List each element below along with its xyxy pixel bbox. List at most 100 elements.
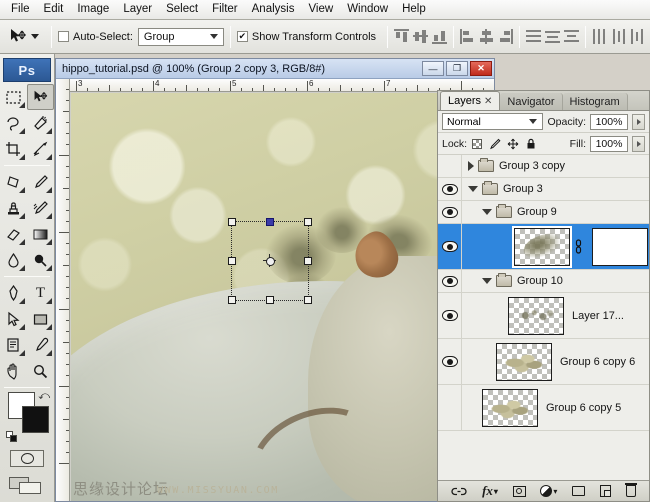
opacity-input[interactable]: 100% xyxy=(590,113,628,130)
brush-tool-button[interactable] xyxy=(27,169,54,195)
transform-handle-bottom-right[interactable] xyxy=(304,296,312,304)
layer-mask-thumbnail[interactable] xyxy=(592,227,648,266)
new-group-button[interactable] xyxy=(572,486,586,496)
distribute-left-edges-icon[interactable] xyxy=(592,29,607,44)
chevron-down-icon[interactable] xyxy=(482,278,492,284)
lasso-tool-button[interactable] xyxy=(0,110,27,136)
layer-thumbnail[interactable] xyxy=(508,296,564,335)
document-title-bar[interactable]: hippo_tutorial.psd @ 100% (Group 2 copy … xyxy=(56,59,494,79)
menu-item-filter[interactable]: Filter xyxy=(205,1,245,18)
lock-transparent-pixels-icon[interactable] xyxy=(471,138,483,150)
lock-position-icon[interactable] xyxy=(507,138,519,150)
current-tool-preview[interactable] xyxy=(4,27,45,47)
swap-colors-icon[interactable]: ⤺ xyxy=(38,390,50,403)
link-icon[interactable] xyxy=(572,237,584,257)
table-row[interactable]: Group 6 copy 5 xyxy=(438,385,649,431)
align-horizontal-centers-icon[interactable] xyxy=(479,29,494,44)
layer-visibility-toggle[interactable] xyxy=(438,385,462,430)
menu-item-file[interactable]: File xyxy=(4,1,37,18)
pen-tool-button[interactable] xyxy=(0,280,27,306)
align-bottom-edges-icon[interactable] xyxy=(432,29,448,44)
auto-select-checkbox[interactable] xyxy=(58,31,69,42)
table-row[interactable]: Layer 17... xyxy=(438,293,649,339)
layer-visibility-toggle[interactable] xyxy=(438,155,462,177)
table-row[interactable]: Group 9 xyxy=(438,201,649,224)
layer-visibility-toggle[interactable] xyxy=(438,339,462,384)
healing-brush-tool-button[interactable] xyxy=(0,169,27,195)
transform-reference-point[interactable] xyxy=(263,254,276,267)
layer-visibility-toggle[interactable] xyxy=(438,270,462,292)
new-layer-button[interactable] xyxy=(599,485,611,497)
rectangle-shape-tool-button[interactable] xyxy=(27,306,54,332)
link-layers-button[interactable] xyxy=(451,486,467,497)
layer-visibility-toggle[interactable] xyxy=(438,293,462,338)
menu-item-layer[interactable]: Layer xyxy=(116,1,159,18)
transform-handle-top-right[interactable] xyxy=(304,218,312,226)
menu-item-image[interactable]: Image xyxy=(70,1,116,18)
tab-navigator[interactable]: Navigator xyxy=(500,93,563,110)
distribute-bottom-edges-icon[interactable] xyxy=(564,29,580,44)
menu-item-help[interactable]: Help xyxy=(395,1,433,18)
layer-list[interactable]: Group 3 copy Group 3 Group 9 Group 10 La… xyxy=(438,155,649,480)
vertical-ruler[interactable] xyxy=(56,79,70,501)
fill-slider-button[interactable] xyxy=(632,135,645,152)
screen-mode-button[interactable] xyxy=(0,475,54,495)
layer-thumbnail[interactable] xyxy=(496,342,552,381)
distribute-right-edges-icon[interactable] xyxy=(630,29,645,44)
chevron-down-icon[interactable] xyxy=(468,186,478,192)
menu-item-edit[interactable]: Edit xyxy=(37,1,71,18)
blend-mode-dropdown[interactable]: Normal xyxy=(442,113,544,130)
layer-style-button[interactable]: fx ▾ xyxy=(482,483,498,499)
close-button[interactable]: ✕ xyxy=(470,61,492,76)
layer-visibility-toggle[interactable] xyxy=(438,201,462,223)
tab-histogram[interactable]: Histogram xyxy=(562,93,628,110)
blur-tool-button[interactable] xyxy=(0,247,27,273)
tool-preset-chevron-down-icon[interactable] xyxy=(31,34,39,39)
magic-wand-tool-button[interactable] xyxy=(27,110,54,136)
align-vertical-centers-icon[interactable] xyxy=(413,29,429,44)
close-icon[interactable]: ✕ xyxy=(484,96,492,107)
transform-handle-bottom-center[interactable] xyxy=(266,296,274,304)
transform-selection-box[interactable] xyxy=(228,218,312,304)
menu-item-view[interactable]: View xyxy=(301,1,340,18)
history-brush-tool-button[interactable] xyxy=(27,195,54,221)
horizontal-type-tool-button[interactable]: T xyxy=(27,280,54,306)
transform-handle-middle-left[interactable] xyxy=(228,257,236,265)
eraser-tool-button[interactable] xyxy=(0,221,27,247)
distribute-horizontal-centers-icon[interactable] xyxy=(611,29,626,44)
dodge-tool-button[interactable] xyxy=(27,247,54,273)
zoom-tool-button[interactable] xyxy=(27,358,54,384)
image-canvas[interactable]: 思缘设计论坛 WWW.MISSYUAN.COM xyxy=(71,93,494,501)
move-tool-button[interactable] xyxy=(27,84,54,110)
align-top-edges-icon[interactable] xyxy=(394,29,410,44)
horizontal-ruler[interactable]: 3 4 5 6 7 xyxy=(70,79,494,92)
tab-layers[interactable]: Layers ✕ xyxy=(440,91,501,110)
table-row[interactable] xyxy=(438,224,649,270)
crop-tool-button[interactable] xyxy=(0,136,27,162)
align-right-edges-icon[interactable] xyxy=(498,29,514,44)
hand-tool-button[interactable] xyxy=(0,358,27,384)
transform-handle-middle-right[interactable] xyxy=(304,257,312,265)
lock-all-icon[interactable] xyxy=(525,138,537,150)
opacity-slider-button[interactable] xyxy=(632,113,645,130)
rectangular-marquee-tool-button[interactable] xyxy=(0,84,27,110)
layer-thumbnail[interactable] xyxy=(482,388,538,427)
eyedropper-tool-button[interactable] xyxy=(27,332,54,358)
menu-item-analysis[interactable]: Analysis xyxy=(245,1,302,18)
delete-layer-button[interactable] xyxy=(624,483,637,497)
distribute-vertical-centers-icon[interactable] xyxy=(545,29,561,44)
minimize-button[interactable]: — xyxy=(422,61,444,76)
fill-input[interactable]: 100% xyxy=(590,135,628,152)
table-row[interactable]: Group 6 copy 6 xyxy=(438,339,649,385)
chevron-right-icon[interactable] xyxy=(468,161,474,171)
table-row[interactable]: Group 10 xyxy=(438,270,649,293)
align-left-edges-icon[interactable] xyxy=(460,29,475,44)
transform-handle-top-left[interactable] xyxy=(228,218,236,226)
background-color-swatch[interactable] xyxy=(22,406,49,433)
clone-stamp-tool-button[interactable] xyxy=(0,195,27,221)
gradient-tool-button[interactable] xyxy=(27,221,54,247)
auto-select-dropdown[interactable]: Group xyxy=(137,27,224,46)
layer-visibility-toggle[interactable] xyxy=(438,224,462,269)
path-selection-tool-button[interactable] xyxy=(0,306,27,332)
table-row[interactable]: Group 3 copy xyxy=(438,155,649,178)
